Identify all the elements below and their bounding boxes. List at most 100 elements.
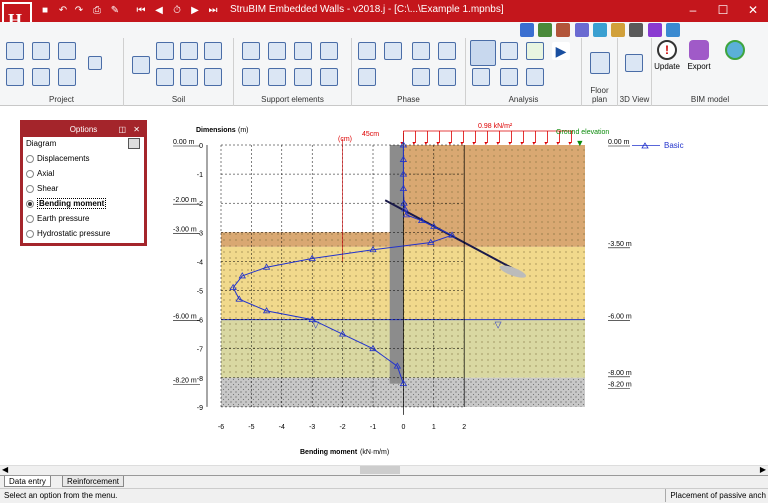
group-analysis: ▶ Analysis: [466, 38, 582, 106]
y-tick-label: -3: [197, 230, 203, 237]
calculator-icon[interactable]: [58, 68, 76, 86]
phase-view-icon[interactable]: [384, 42, 402, 60]
anchor-icon[interactable]: [242, 42, 260, 60]
undo-icon[interactable]: ↶: [56, 4, 70, 18]
radio-icon[interactable]: [26, 185, 34, 193]
edit-icon[interactable]: [32, 42, 50, 60]
radio-icon[interactable]: [26, 215, 34, 223]
group-soil: Soil: [124, 38, 234, 106]
zoom-in-icon[interactable]: [538, 23, 553, 37]
option-label: Displacements: [37, 154, 90, 163]
delete-layer-icon[interactable]: [180, 42, 198, 60]
scroll-left-icon[interactable]: ◀: [2, 465, 8, 474]
tab-reinforcement[interactable]: Reinforcement: [62, 476, 125, 487]
pan-icon[interactable]: [611, 23, 626, 37]
tab-data-entry[interactable]: Data entry: [4, 476, 51, 487]
surcharge-icon[interactable]: [438, 42, 456, 60]
diagrams-icon[interactable]: [470, 40, 496, 66]
phase-erase-icon[interactable]: [438, 68, 456, 86]
options-title: Options: [69, 125, 98, 134]
radio-selected-icon[interactable]: [26, 200, 34, 208]
binoculars-icon[interactable]: [629, 23, 644, 37]
option-shear[interactable]: Shear: [23, 181, 144, 196]
scroll-thumb[interactable]: [360, 466, 400, 474]
load-arrowhead: ▾: [436, 141, 439, 147]
option-earth-pressure[interactable]: Earth pressure: [23, 211, 144, 226]
radio-icon[interactable]: [26, 170, 34, 178]
section-icon[interactable]: [32, 68, 50, 86]
view-icon[interactable]: [88, 56, 102, 70]
radio-icon[interactable]: [26, 230, 34, 238]
option-hydrostatic-pressure[interactable]: Hydrostatic pressure: [23, 226, 144, 241]
previous-phase-icon[interactable]: ◀: [152, 4, 166, 18]
soil-profile-icon[interactable]: [204, 42, 222, 60]
user-button[interactable]: [722, 40, 748, 60]
radio-icon[interactable]: [26, 155, 34, 163]
horizontal-scrollbar[interactable]: ◀ ▶: [0, 465, 768, 475]
soil-layer-icon[interactable]: [132, 56, 150, 74]
play-icon[interactable]: ▶: [552, 42, 570, 60]
results-icon[interactable]: [500, 68, 518, 86]
support-list-icon[interactable]: [320, 68, 338, 86]
all-phases-icon[interactable]: ⏱: [170, 4, 184, 18]
option-displacements[interactable]: Displacements: [23, 151, 144, 166]
diagram-workspace[interactable]: ▽ ▽ -6 -5 -4 -3 -2 -1 0 1 2 0 -1 -2 -3 -4 -5 -6 -7 -8 -9 ▾ ▾ ▾…: [0, 106, 768, 465]
zoom-out-icon[interactable]: [556, 23, 571, 37]
load-icon[interactable]: [412, 68, 430, 86]
properties-icon[interactable]: [128, 138, 140, 149]
redo-icon[interactable]: ↷: [72, 4, 86, 18]
help-icon[interactable]: [665, 23, 680, 37]
left-elevation-label: -3.00 m: [173, 226, 197, 233]
y-tick-label: -2: [197, 201, 203, 208]
tab-bar: Data entry Reinforcement: [0, 475, 768, 487]
x-tick-label: -1: [370, 424, 376, 431]
close-icon[interactable]: ✕: [133, 123, 140, 136]
soil-properties-icon[interactable]: [156, 68, 174, 86]
load-arrowhead: ▾: [508, 141, 511, 147]
preview-icon[interactable]: ✎: [108, 4, 122, 18]
check-icon[interactable]: [526, 42, 544, 60]
envelope-icon[interactable]: [500, 42, 518, 60]
right-elevation-label: -6.00 m: [608, 314, 632, 321]
close-icon[interactable]: ✕: [738, 0, 768, 22]
add-layer-icon[interactable]: [156, 42, 174, 60]
slab-icon[interactable]: [294, 42, 312, 60]
next-phase-icon[interactable]: ▶: [188, 4, 202, 18]
cube-3d-icon[interactable]: [625, 54, 643, 72]
support-edit-icon[interactable]: [320, 42, 338, 60]
phase-add-icon[interactable]: [358, 68, 376, 86]
save-icon[interactable]: ■: [38, 4, 52, 18]
settings-icon[interactable]: [647, 23, 662, 37]
water-table-icon[interactable]: [204, 68, 222, 86]
floor-plan-icon[interactable]: [590, 52, 610, 74]
report-icon[interactable]: [526, 68, 544, 86]
phase-edit-icon[interactable]: [358, 42, 376, 60]
options-section-label: Diagram: [26, 139, 57, 148]
group-label-analysis: Analysis: [508, 95, 539, 104]
support-add-icon[interactable]: [242, 68, 260, 86]
option-axial[interactable]: Axial: [23, 166, 144, 181]
support-delete-icon[interactable]: [294, 68, 312, 86]
export-button[interactable]: Export: [684, 40, 714, 71]
graph-icon[interactable]: [472, 68, 490, 86]
zoom-window-icon[interactable]: [520, 23, 534, 37]
load-arrowhead: ▾: [484, 141, 487, 147]
materials-icon[interactable]: [6, 68, 24, 86]
first-phase-icon[interactable]: ⏮: [134, 4, 148, 18]
zoom-all-icon[interactable]: [574, 23, 589, 37]
print-icon[interactable]: ⎙: [90, 4, 104, 18]
scroll-right-icon[interactable]: ▶: [760, 465, 766, 474]
search-icon[interactable]: [592, 23, 607, 37]
update-button[interactable]: ! Update: [652, 40, 682, 71]
excavation-icon[interactable]: [412, 42, 430, 60]
maximize-icon[interactable]: ☐: [708, 0, 738, 22]
minimize-icon[interactable]: –: [678, 0, 708, 22]
last-phase-icon[interactable]: ⏭: [206, 4, 220, 18]
option-bending-moment[interactable]: Bending moment: [23, 196, 144, 211]
wall-geometry-icon[interactable]: [6, 42, 24, 60]
dock-icon[interactable]: ◫: [118, 123, 126, 136]
support-move-icon[interactable]: [268, 68, 286, 86]
gear-icon[interactable]: [58, 42, 76, 60]
strut-icon[interactable]: [268, 42, 286, 60]
soil-colors-icon[interactable]: [180, 68, 198, 86]
